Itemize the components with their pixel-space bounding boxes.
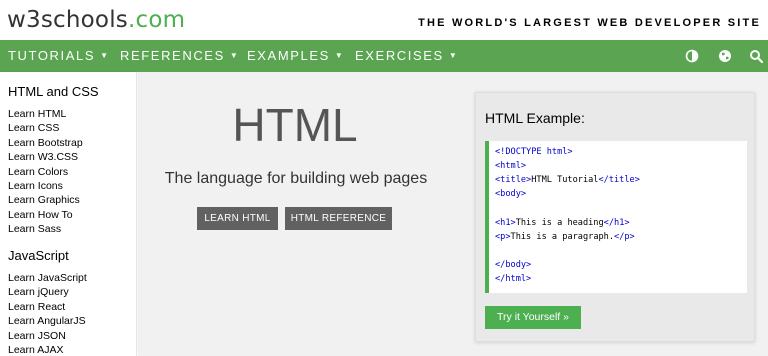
globe-icon[interactable]	[718, 49, 732, 63]
site-logo[interactable]: w3schools.com	[7, 7, 185, 33]
code-line-html-close: </html>	[495, 274, 531, 284]
code-line-body-close: </body>	[495, 260, 531, 270]
sidebar-link-html[interactable]: Learn HTML	[8, 107, 66, 121]
code-p-open: <p>	[495, 232, 511, 242]
sidebar-heading-html-css: HTML and CSS	[8, 84, 99, 99]
sidebar-link-react[interactable]: Learn React	[8, 300, 65, 314]
main-content: HTML The language for building web pages…	[138, 72, 768, 356]
code-body-close: </body>	[495, 260, 532, 270]
example-title: HTML Example:	[485, 110, 585, 126]
caret-down-icon: ▼	[229, 51, 240, 60]
code-h1-close: </h1>	[603, 218, 630, 228]
code-html-close: </html>	[495, 274, 532, 284]
search-icon[interactable]	[749, 49, 763, 63]
sidebar-link-howto[interactable]: Learn How To	[8, 208, 73, 222]
sidebar-heading-javascript: JavaScript	[8, 248, 69, 263]
logo-main-text: w3schools	[7, 7, 128, 33]
code-line-p: <p>This is a paragraph.</p>	[495, 232, 635, 242]
nav-examples-label: EXAMPLES	[247, 48, 330, 63]
sidebar-link-graphics[interactable]: Learn Graphics	[8, 193, 80, 207]
caret-down-icon: ▼	[100, 51, 110, 60]
code-line-h1: <h1>This is a heading</h1>	[495, 218, 630, 228]
caret-down-icon: ▼	[334, 51, 345, 60]
code-line-body-open: <body>	[495, 189, 526, 199]
sidebar-link-sass[interactable]: Learn Sass	[8, 222, 61, 236]
sidebar-link-icons[interactable]: Learn Icons	[8, 179, 63, 193]
code-html-open: <html>	[495, 161, 527, 171]
code-body-open: <body>	[495, 189, 527, 199]
code-doctype: <!DOCTYPE html>	[495, 147, 573, 157]
try-it-yourself-button[interactable]: Try it Yourself »	[485, 306, 581, 329]
main-nav: TUTORIALS ▼ REFERENCES ▼ EXAMPLES ▼ EXERCIS…	[0, 40, 768, 72]
nav-exercises-label: EXERCISES	[355, 48, 444, 63]
code-line-html-open: <html>	[495, 161, 526, 171]
page-subtitle: The language for building web pages	[164, 170, 428, 187]
nav-tutorials[interactable]: TUTORIALS ▼	[8, 40, 110, 72]
left-sidebar: HTML and CSS Learn HTML Learn CSS Learn …	[0, 72, 137, 356]
code-title-open: <title>	[495, 175, 532, 185]
sidebar-link-jquery[interactable]: Learn jQuery	[8, 285, 69, 299]
sidebar-link-json[interactable]: Learn JSON	[8, 329, 66, 343]
site-tagline: THE WORLD'S LARGEST WEB DEVELOPER SITE	[418, 17, 761, 29]
sidebar-link-bootstrap[interactable]: Learn Bootstrap	[8, 136, 83, 150]
sidebar-link-ajax[interactable]: Learn AJAX	[8, 343, 63, 356]
sidebar-link-css[interactable]: Learn CSS	[8, 121, 59, 135]
code-p-text: This is a paragraph.	[510, 232, 615, 242]
code-title-close: </title>	[598, 175, 640, 185]
contrast-icon[interactable]	[685, 49, 699, 63]
nav-references[interactable]: REFERENCES ▼	[120, 40, 239, 72]
code-example: <!DOCTYPE html> <html> <title>HTML Tutor…	[485, 141, 747, 293]
html-reference-button[interactable]: HTML REFERENCE	[285, 207, 392, 230]
code-line-title: <title>HTML Tutorial</title>	[495, 175, 640, 185]
caret-down-icon: ▼	[448, 51, 459, 60]
sidebar-link-w3css[interactable]: Learn W3.CSS	[8, 150, 78, 164]
sidebar-link-javascript[interactable]: Learn JavaScript	[8, 271, 87, 285]
code-p-close: </p>	[614, 232, 635, 242]
nav-references-label: REFERENCES	[120, 48, 225, 63]
top-header: w3schools.com THE WORLD'S LARGEST WEB DE…	[0, 0, 768, 40]
page-title: HTML	[232, 99, 358, 151]
nav-exercises[interactable]: EXERCISES ▼	[355, 40, 458, 72]
sidebar-link-angularjs[interactable]: Learn AngularJS	[8, 314, 86, 328]
code-title-text: HTML Tutorial	[531, 175, 599, 185]
sidebar-link-colors[interactable]: Learn Colors	[8, 165, 68, 179]
learn-html-button[interactable]: LEARN HTML	[197, 207, 278, 230]
nav-examples[interactable]: EXAMPLES ▼	[247, 40, 344, 72]
logo-suffix-text: .com	[127, 7, 186, 33]
html-example-panel: HTML Example: <!DOCTYPE html> <html> <ti…	[475, 92, 755, 342]
code-h1-open: <h1>	[495, 218, 516, 228]
nav-tutorials-label: TUTORIALS	[8, 48, 96, 63]
code-line-doctype: <!DOCTYPE html>	[495, 147, 573, 157]
code-h1-text: This is a heading	[515, 218, 604, 228]
